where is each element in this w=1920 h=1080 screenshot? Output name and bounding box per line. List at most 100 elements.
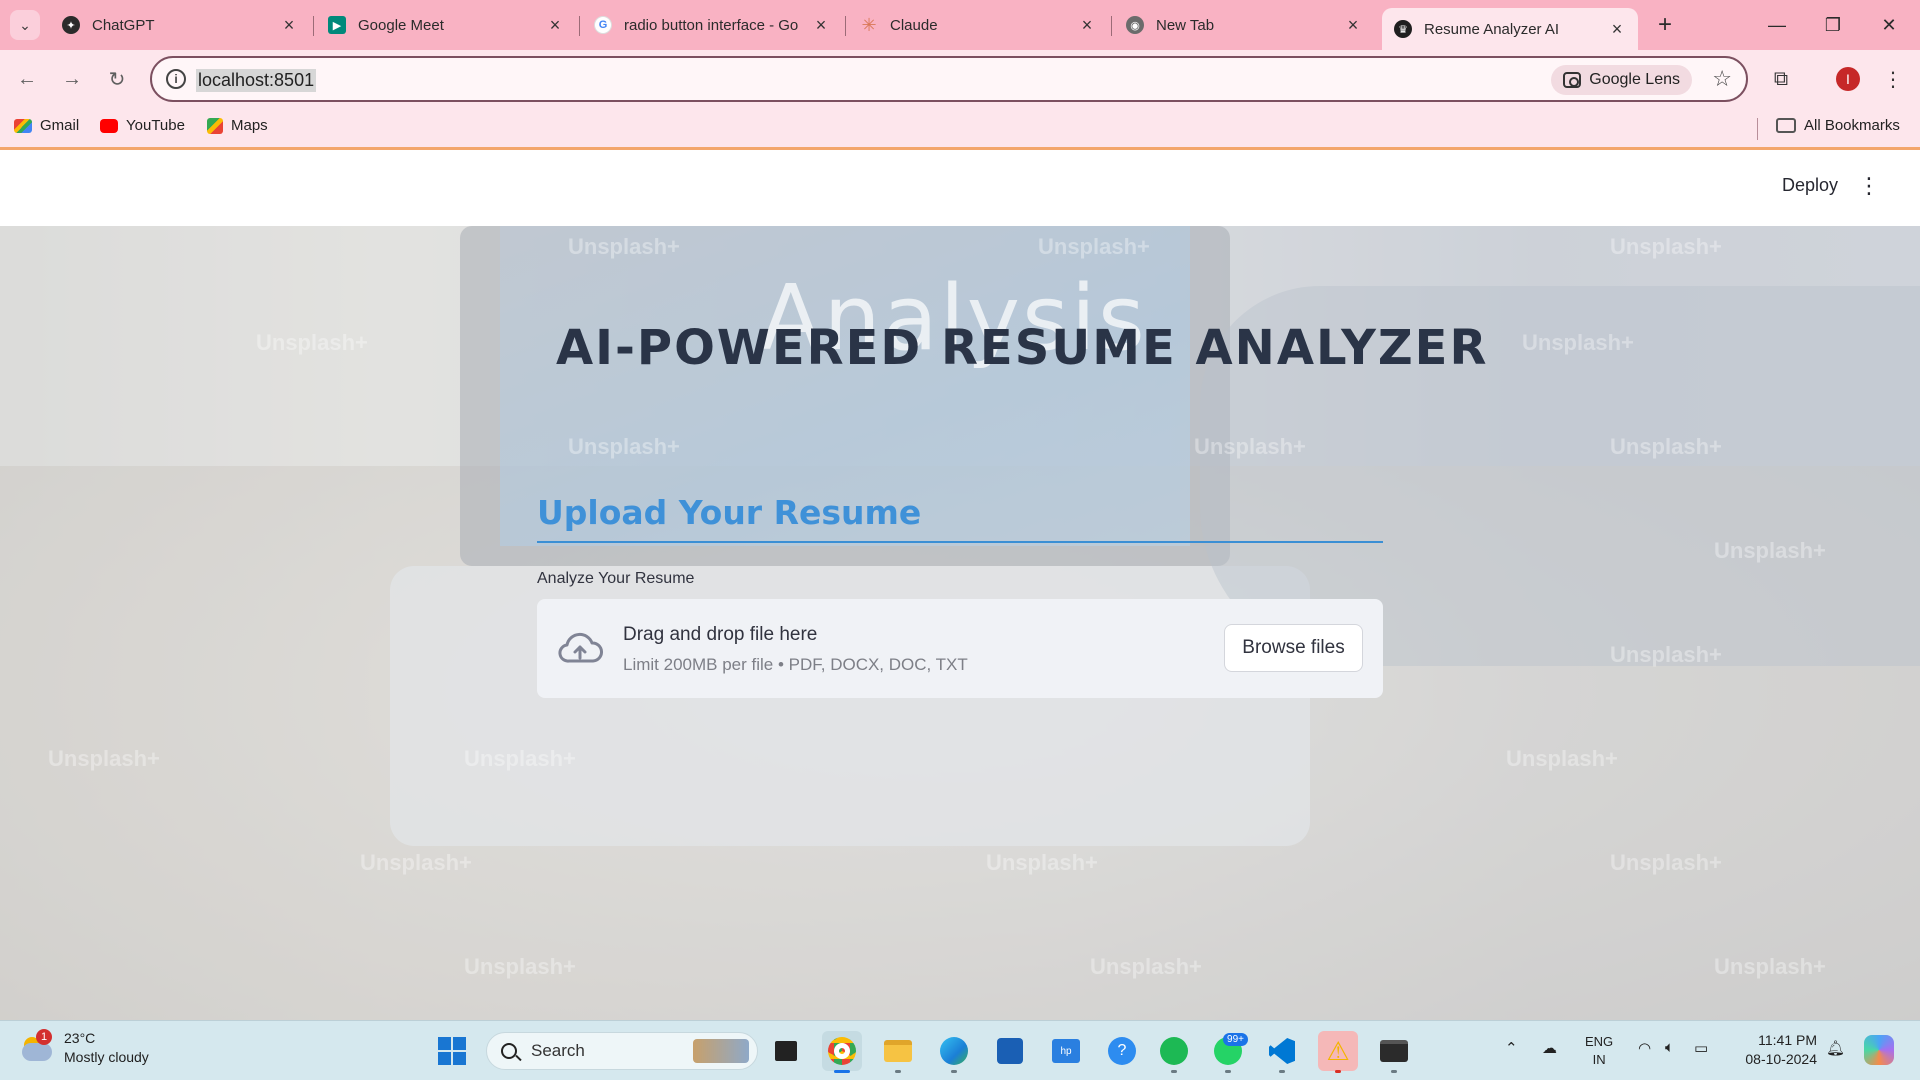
copilot-icon[interactable] [1864,1035,1894,1065]
task-view-icon [775,1041,797,1061]
windows-taskbar: 1 23°C Mostly cloudy Search hp ? 99+ ⚠ ⌃… [0,1020,1920,1080]
close-icon[interactable]: × [1078,15,1096,36]
watermark: Unsplash+ [464,746,576,771]
app-header: Deploy ⋮ [0,153,1920,226]
help-icon: ? [1108,1037,1136,1065]
cloud-upload-icon [558,632,603,663]
watermark: Unsplash+ [48,746,160,771]
tab-resume-analyzer[interactable]: ♛ Resume Analyzer AI × [1382,8,1638,50]
taskbar-store[interactable] [990,1031,1030,1071]
restore-button[interactable]: ❐ [1810,8,1856,42]
bookmark-gmail[interactable]: Gmail [14,117,79,134]
camera-icon [1563,72,1582,88]
bookmarks-divider [1757,118,1758,140]
watermark: Unsplash+ [464,954,576,979]
tab-title: New Tab [1156,16,1215,34]
watermark: Unsplash+ [1714,954,1826,979]
profile-avatar[interactable]: I [1836,67,1860,91]
start-button[interactable] [432,1031,472,1071]
extensions-button[interactable]: ⧉ [1766,64,1796,94]
battery-icon[interactable]: ▭ [1694,1039,1708,1057]
watermark: Unsplash+ [1714,538,1826,563]
taskbar-spotify[interactable] [1154,1031,1194,1073]
taskbar-chrome[interactable] [822,1031,862,1073]
plus-icon: + [1657,11,1672,38]
onedrive-icon[interactable]: ☁ [1542,1039,1557,1057]
restore-icon: ❐ [1824,14,1842,35]
browse-files-button[interactable]: Browse files [1224,624,1363,672]
google-meet-icon: ▶ [328,16,346,34]
site-info-icon[interactable]: i [166,69,186,89]
arrow-left-icon: ← [17,67,37,90]
tab-chatgpt[interactable]: ✦ ChatGPT × [50,8,310,42]
puzzle-icon: ⧉ [1773,67,1789,90]
taskbar-edge[interactable] [934,1031,974,1073]
watermark: Unsplash+ [1506,746,1618,771]
volume-icon[interactable]: 🔈︎ [1665,1039,1674,1056]
watermark: Unsplash+ [1522,330,1634,355]
close-window-button[interactable]: ✕ [1866,8,1912,42]
close-icon[interactable]: × [812,15,830,36]
tab-search-button[interactable]: ⌄ [10,10,40,40]
tab-title: Google Meet [358,16,444,34]
taskbar-warning-app[interactable]: ⚠ [1318,1031,1358,1073]
address-bar[interactable]: i localhost:8501 Google Lens ☆ [150,56,1748,102]
watermark: Unsplash+ [1610,642,1722,667]
url-text[interactable]: localhost:8501 [196,69,317,92]
region-code: IN [1592,1052,1606,1067]
taskbar-help[interactable]: ? [1102,1031,1142,1071]
new-tab-button[interactable]: + [1650,10,1680,40]
back-button[interactable]: ← [12,64,42,94]
bookmark-label: YouTube [126,117,185,134]
all-bookmarks[interactable]: All Bookmarks [1776,117,1900,134]
page-title: AI-POWERED RESUME ANALYZER [556,320,1489,376]
taskbar-task-view[interactable] [766,1031,806,1071]
chevron-down-icon: ⌄ [19,16,31,33]
file-dropzone[interactable]: Drag and drop file here Limit 200MB per … [537,599,1383,698]
claude-icon: ✳ [861,14,877,35]
bookmark-youtube[interactable]: YouTube [100,117,185,134]
watermark: Unsplash+ [256,330,368,355]
taskbar-file-explorer[interactable] [878,1031,918,1073]
taskbar-whatsapp[interactable]: 99+ [1208,1031,1248,1073]
minimize-button[interactable]: — [1754,8,1800,42]
spotify-icon [1160,1037,1188,1065]
tray-chevron-up-icon[interactable]: ⌃ [1505,1039,1518,1057]
google-lens-button[interactable]: Google Lens [1551,65,1692,95]
notification-bell-icon[interactable]: 🔔︎ [1826,1039,1845,1057]
bookmark-maps[interactable]: Maps [207,117,268,134]
file-uploader-label: Analyze Your Resume [537,570,695,587]
search-icon [501,1043,517,1059]
deploy-button[interactable]: Deploy [1782,175,1838,196]
close-icon[interactable]: × [1344,15,1362,36]
arrow-right-icon: → [62,67,82,90]
close-icon[interactable]: × [280,15,298,36]
browser-menu-button[interactable]: ⋮ [1878,64,1908,94]
close-icon[interactable]: × [1608,19,1626,40]
edge-icon [940,1037,968,1065]
tab-radio-button-search[interactable]: G radio button interface - Go × [582,8,842,42]
forward-button[interactable]: → [57,64,87,94]
clock[interactable]: 11:41 PM 08-10-2024 [1745,1031,1817,1069]
wifi-icon[interactable]: ◠ [1638,1039,1651,1057]
reload-button[interactable]: ↻ [102,64,132,94]
store-icon [997,1038,1023,1064]
taskbar-terminal[interactable] [1374,1031,1414,1073]
bookmarks-bar: Gmail YouTube Maps All Bookmarks [0,108,1920,150]
chrome-icon [828,1037,856,1065]
weather-widget[interactable]: 1 23°C Mostly cloudy [20,1029,149,1067]
watermark: Unsplash+ [1090,954,1202,979]
vscode-icon [1269,1038,1295,1064]
tab-claude[interactable]: ✳ Claude × [848,8,1108,42]
taskbar-search[interactable]: Search [486,1032,758,1070]
taskbar-vscode[interactable] [1262,1031,1302,1073]
browser-tab-bar: ⌄ ✦ ChatGPT × ▶ Google Meet × G radio bu… [0,0,1920,50]
bookmark-star-icon[interactable]: ☆ [1712,66,1732,92]
taskbar-myhp[interactable]: hp [1046,1031,1086,1071]
language-indicator[interactable]: ENG IN [1585,1033,1613,1069]
tab-new-tab[interactable]: ◉ New Tab × [1114,8,1374,42]
tab-google-meet[interactable]: ▶ Google Meet × [316,8,576,42]
clock-date: 08-10-2024 [1745,1051,1817,1067]
app-menu-button[interactable]: ⋮ [1858,173,1880,199]
close-icon[interactable]: × [546,15,564,36]
